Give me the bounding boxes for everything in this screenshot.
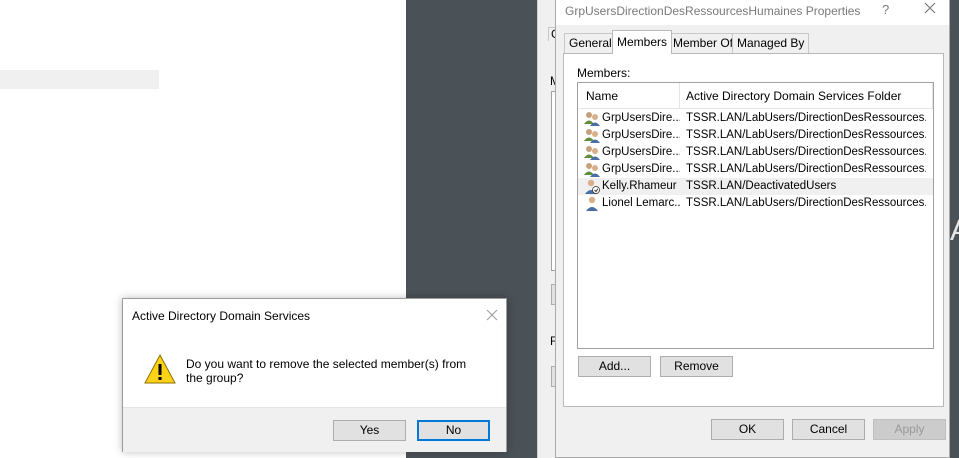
group-icon — [584, 129, 600, 143]
column-header-folder[interactable]: Active Directory Domain Services Folder — [686, 89, 901, 103]
remove-member-button[interactable]: Remove — [660, 356, 733, 377]
background-toolbar-strip — [0, 70, 159, 89]
member-name: GrpUsersDire... — [602, 163, 680, 175]
add-member-button[interactable]: Add... — [578, 356, 651, 377]
group-icon — [584, 112, 600, 126]
confirmation-dialog: Active Directory Domain Services Do you … — [122, 298, 507, 452]
close-icon[interactable] — [485, 308, 499, 322]
member-folder: TSSR.LAN/DeactivatedUsers — [686, 180, 837, 192]
member-row[interactable]: GrpUsersDire... TSSR.LAN/LabUsers/Direct… — [578, 110, 933, 127]
member-folder: TSSR.LAN/LabUsers/DirectionDesRessources… — [686, 163, 926, 175]
user-icon — [586, 196, 598, 211]
desktop-text-fragment: A — [950, 214, 959, 248]
group-icon — [584, 163, 600, 177]
member-folder: TSSR.LAN/LabUsers/DirectionDesRessources… — [686, 197, 926, 209]
members-tab-panel: Members: Name Active Directory Domain Se… — [563, 53, 944, 407]
tab-member-of[interactable]: Member Of — [668, 33, 739, 53]
help-button[interactable]: ? — [882, 2, 889, 17]
column-header-name[interactable]: Name — [586, 89, 618, 103]
properties-titlebar: GrpUsersDirectionDesRessourcesHumaines P… — [556, 0, 949, 25]
member-folder: TSSR.LAN/LabUsers/DirectionDesRessources… — [686, 146, 926, 158]
member-folder: TSSR.LAN/LabUsers/DirectionDesRessources… — [686, 112, 926, 124]
apply-button[interactable]: Apply — [873, 419, 946, 440]
close-icon[interactable] — [922, 0, 938, 16]
properties-title: GrpUsersDirectionDesRessourcesHumaines P… — [565, 4, 861, 18]
column-separator[interactable] — [679, 83, 680, 109]
member-name: GrpUsersDire... — [602, 146, 680, 158]
properties-dialog: GrpUsersDirectionDesRessourcesHumaines P… — [555, 0, 950, 458]
confirmation-message: Do you want to remove the selected membe… — [186, 357, 467, 385]
tab-general[interactable]: General — [564, 33, 617, 53]
member-name: GrpUsersDire... — [602, 129, 680, 141]
tab-members[interactable]: Members — [612, 30, 673, 54]
member-name: Lionel Lemarc... — [602, 197, 680, 209]
member-row[interactable]: GrpUsersDire... TSSR.LAN/LabUsers/Direct… — [578, 161, 933, 178]
confirmation-footer: Yes No — [123, 407, 506, 452]
no-button[interactable]: No — [417, 420, 490, 441]
tab-managed-by[interactable]: Managed By — [732, 33, 810, 53]
group-icon — [584, 146, 600, 160]
member-name: Kelly.Rhameur — [602, 180, 677, 192]
column-separator-end[interactable] — [932, 83, 933, 109]
members-label: Members: — [577, 66, 631, 80]
confirmation-title: Active Directory Domain Services — [132, 309, 311, 323]
warning-icon — [144, 353, 176, 384]
list-header: Name Active Directory Domain Services Fo… — [578, 83, 933, 109]
cancel-button[interactable]: Cancel — [792, 419, 865, 440]
member-row[interactable]: GrpUsersDire... TSSR.LAN/LabUsers/Direct… — [578, 127, 933, 144]
yes-button[interactable]: Yes — [333, 420, 406, 441]
member-row-selected[interactable]: Kelly.Rhameur TSSR.LAN/DeactivatedUsers — [578, 178, 933, 195]
member-row[interactable]: Lionel Lemarc... TSSR.LAN/LabUsers/Direc… — [578, 195, 933, 212]
member-folder: TSSR.LAN/LabUsers/DirectionDesRessources… — [686, 129, 926, 141]
members-list[interactable]: Name Active Directory Domain Services Fo… — [577, 82, 934, 349]
member-name: GrpUsersDire... — [602, 112, 680, 124]
ok-button[interactable]: OK — [711, 419, 784, 440]
member-row[interactable]: GrpUsersDire... TSSR.LAN/LabUsers/Direct… — [578, 144, 933, 161]
disabled-user-icon — [585, 179, 600, 194]
